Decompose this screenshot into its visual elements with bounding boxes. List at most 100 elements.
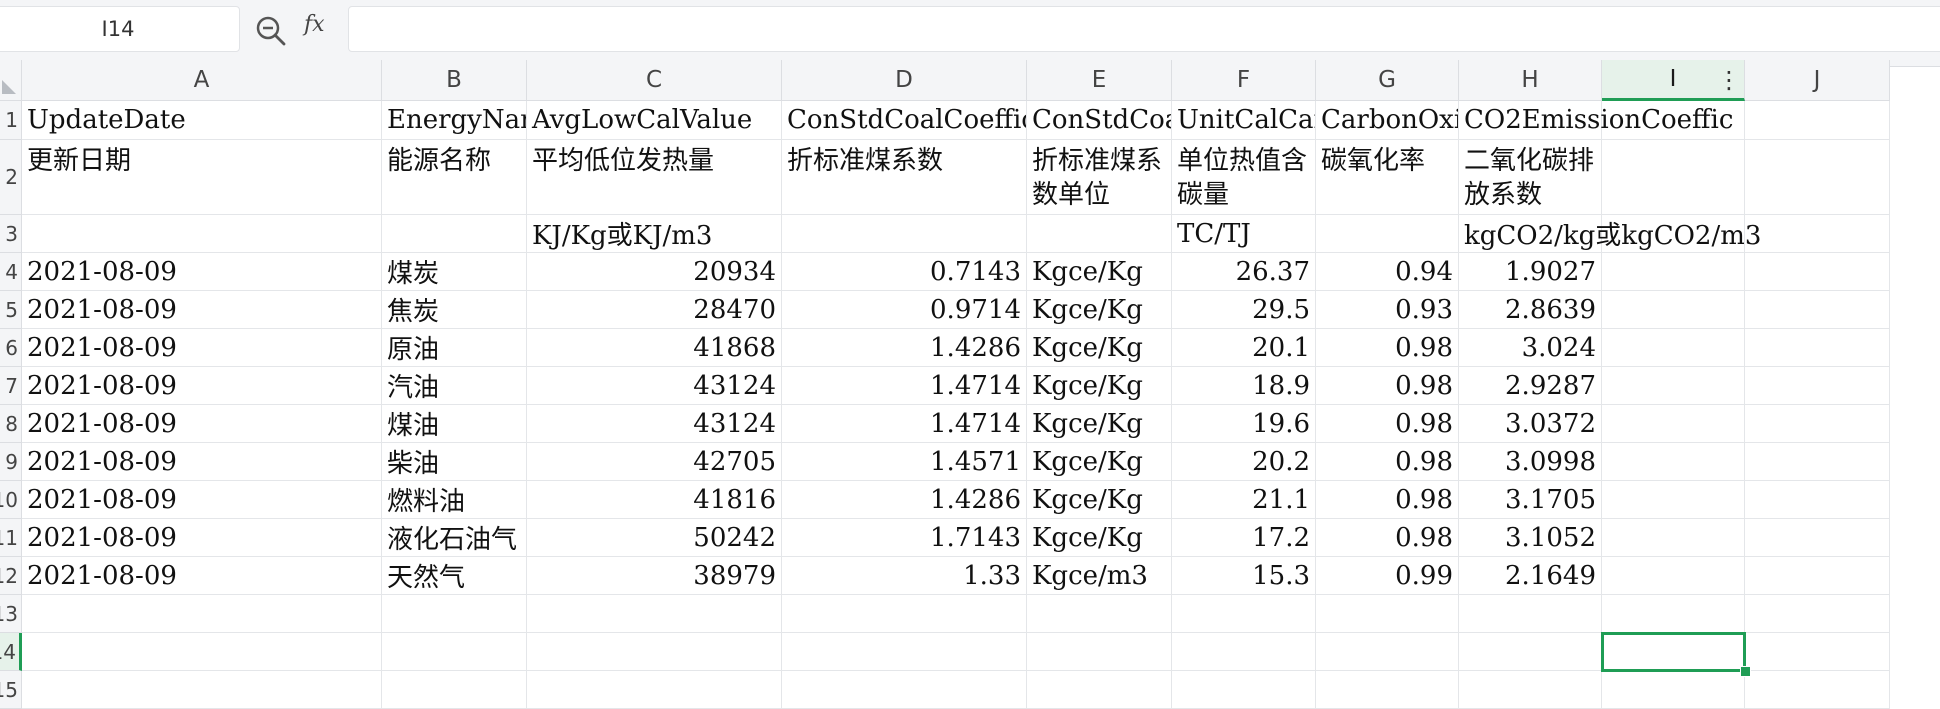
row-header-6[interactable]: 6 [0, 329, 22, 367]
cell-b11[interactable]: 液化石油气 [382, 519, 527, 557]
row-header-10[interactable]: 10 [0, 481, 22, 519]
cell-g3[interactable] [1316, 215, 1459, 253]
cell-f9[interactable]: 20.2 [1172, 443, 1316, 481]
column-header-b[interactable]: B [382, 60, 527, 101]
cell-h8[interactable]: 3.0372 [1459, 405, 1602, 443]
cell-e11[interactable]: Kgce/Kg [1027, 519, 1172, 557]
cell-h5[interactable]: 2.8639 [1459, 291, 1602, 329]
cell-e15[interactable] [1027, 671, 1172, 709]
cell-j1[interactable] [1745, 101, 1890, 140]
cell-g14[interactable] [1316, 633, 1459, 671]
function-icon[interactable]: fx [304, 12, 325, 37]
cell-g12[interactable]: 0.99 [1316, 557, 1459, 595]
cell-i6[interactable] [1602, 329, 1745, 367]
cell-b10[interactable]: 燃料油 [382, 481, 527, 519]
column-header-d[interactable]: D [782, 60, 1027, 101]
cell-c4[interactable]: 20934 [527, 253, 782, 291]
cell-j13[interactable] [1745, 595, 1890, 633]
cell-h7[interactable]: 2.9287 [1459, 367, 1602, 405]
cell-g8[interactable]: 0.98 [1316, 405, 1459, 443]
cell-a6[interactable]: 2021-08-09 [22, 329, 382, 367]
cell-d14[interactable] [782, 633, 1027, 671]
cell-h1[interactable]: CO2EmissionCoeffic [1459, 101, 1733, 140]
cell-a13[interactable] [22, 595, 382, 633]
cell-i3[interactable] [1602, 215, 1745, 253]
cell-h9[interactable]: 3.0998 [1459, 443, 1602, 481]
cell-h10[interactable]: 3.1705 [1459, 481, 1602, 519]
fill-handle[interactable] [1740, 666, 1751, 677]
cell-c1[interactable]: AvgLowCalValue [527, 101, 782, 140]
cell-j5[interactable] [1745, 291, 1890, 329]
row-header-2[interactable]: 2 [0, 140, 22, 215]
cell-c8[interactable]: 43124 [527, 405, 782, 443]
cell-g6[interactable]: 0.98 [1316, 329, 1459, 367]
cell-h15[interactable] [1459, 671, 1602, 709]
cell-e12[interactable]: Kgce/m3 [1027, 557, 1172, 595]
cell-g2[interactable]: 碳氧化率 [1316, 140, 1459, 215]
row-header-11[interactable]: 11 [0, 519, 22, 557]
cell-a10[interactable]: 2021-08-09 [22, 481, 382, 519]
cell-a2[interactable]: 更新日期 [22, 140, 382, 215]
cell-f11[interactable]: 17.2 [1172, 519, 1316, 557]
cell-b8[interactable]: 煤油 [382, 405, 527, 443]
row-header-8[interactable]: 8 [0, 405, 22, 443]
cell-g13[interactable] [1316, 595, 1459, 633]
cell-b3[interactable] [382, 215, 527, 253]
cell-e10[interactable]: Kgce/Kg [1027, 481, 1172, 519]
cell-d4[interactable]: 0.7143 [782, 253, 1027, 291]
cell-a11[interactable]: 2021-08-09 [22, 519, 382, 557]
cell-f15[interactable] [1172, 671, 1316, 709]
cell-b9[interactable]: 柴油 [382, 443, 527, 481]
cell-e14[interactable] [1027, 633, 1172, 671]
cell-j9[interactable] [1745, 443, 1890, 481]
cell-i14[interactable] [1602, 633, 1745, 671]
cell-i15[interactable] [1602, 671, 1745, 709]
cell-f1[interactable]: UnitCalCar [1172, 101, 1316, 140]
cell-d1[interactable]: ConStdCoalCoeffic [782, 101, 1027, 140]
cell-i10[interactable] [1602, 481, 1745, 519]
cell-d5[interactable]: 0.9714 [782, 291, 1027, 329]
cell-c5[interactable]: 28470 [527, 291, 782, 329]
column-header-e[interactable]: E [1027, 60, 1172, 101]
cell-i7[interactable] [1602, 367, 1745, 405]
cell-g1[interactable]: CarbonOxi [1316, 101, 1459, 140]
formula-input[interactable] [348, 6, 1940, 52]
cell-b6[interactable]: 原油 [382, 329, 527, 367]
cell-d10[interactable]: 1.4286 [782, 481, 1027, 519]
cell-b7[interactable]: 汽油 [382, 367, 527, 405]
cell-d11[interactable]: 1.7143 [782, 519, 1027, 557]
cell-f4[interactable]: 26.37 [1172, 253, 1316, 291]
row-header-5[interactable]: 5 [0, 291, 22, 329]
cell-i5[interactable] [1602, 291, 1745, 329]
cell-j2[interactable] [1745, 140, 1890, 215]
column-menu-icon[interactable]: ⋮ [1717, 66, 1741, 94]
cell-i2[interactable] [1602, 140, 1745, 215]
cell-a1[interactable]: UpdateDate [22, 101, 382, 140]
cell-d15[interactable] [782, 671, 1027, 709]
cell-f14[interactable] [1172, 633, 1316, 671]
cell-a8[interactable]: 2021-08-09 [22, 405, 382, 443]
cell-c14[interactable] [527, 633, 782, 671]
cell-a9[interactable]: 2021-08-09 [22, 443, 382, 481]
cell-b15[interactable] [382, 671, 527, 709]
cell-g5[interactable]: 0.93 [1316, 291, 1459, 329]
row-header-12[interactable]: 12 [0, 557, 22, 595]
cell-j14[interactable] [1745, 633, 1890, 671]
row-header-15[interactable]: 15 [0, 671, 22, 709]
column-header-f[interactable]: F [1172, 60, 1316, 101]
cell-c12[interactable]: 38979 [527, 557, 782, 595]
cell-f6[interactable]: 20.1 [1172, 329, 1316, 367]
cell-h12[interactable]: 2.1649 [1459, 557, 1602, 595]
cell-b12[interactable]: 天然气 [382, 557, 527, 595]
cell-c6[interactable]: 41868 [527, 329, 782, 367]
cell-h14[interactable] [1459, 633, 1602, 671]
cell-i8[interactable] [1602, 405, 1745, 443]
cell-h13[interactable] [1459, 595, 1602, 633]
cell-d12[interactable]: 1.33 [782, 557, 1027, 595]
row-header-3[interactable]: 3 [0, 215, 22, 253]
cell-j4[interactable] [1745, 253, 1890, 291]
cell-i11[interactable] [1602, 519, 1745, 557]
cell-e4[interactable]: Kgce/Kg [1027, 253, 1172, 291]
cell-j11[interactable] [1745, 519, 1890, 557]
row-header-14[interactable]: 14 [0, 633, 22, 671]
